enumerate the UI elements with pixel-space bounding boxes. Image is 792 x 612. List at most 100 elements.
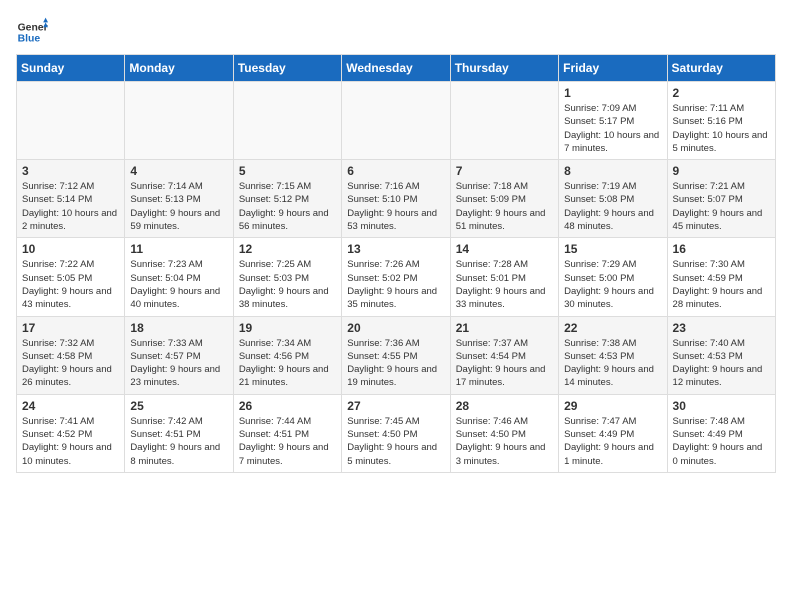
calendar-cell: 22 Sunrise: 7:38 AM Sunset: 4:53 PM Dayli…: [559, 316, 667, 394]
day-number: 4: [130, 164, 227, 178]
day-info: Sunrise: 7:33 AM Sunset: 4:57 PM Dayligh…: [130, 337, 227, 390]
calendar-cell: 10 Sunrise: 7:22 AM Sunset: 5:05 PM Dayli…: [17, 238, 125, 316]
calendar-cell: [125, 82, 233, 160]
calendar-cell: 23Sunrise: 7:40 AM Sunset: 4:53 PM Dayli…: [667, 316, 775, 394]
day-number: 14: [456, 242, 553, 256]
day-number: 17: [22, 321, 119, 335]
day-number: 19: [239, 321, 336, 335]
day-info: Sunrise: 7:14 AM Sunset: 5:13 PM Dayligh…: [130, 180, 227, 233]
day-number: 26: [239, 399, 336, 413]
calendar-cell: 25 Sunrise: 7:42 AM Sunset: 4:51 PM Dayli…: [125, 394, 233, 472]
day-number: 2: [673, 86, 770, 100]
day-number: 21: [456, 321, 553, 335]
day-number: 13: [347, 242, 444, 256]
logo: General Blue: [16, 16, 48, 48]
calendar-cell: 17 Sunrise: 7:32 AM Sunset: 4:58 PM Dayli…: [17, 316, 125, 394]
calendar-cell: [17, 82, 125, 160]
day-info: Sunrise: 7:19 AM Sunset: 5:08 PM Dayligh…: [564, 180, 661, 233]
day-info: Sunrise: 7:37 AM Sunset: 4:54 PM Dayligh…: [456, 337, 553, 390]
weekday-header-cell: Wednesday: [342, 55, 450, 82]
day-info: Sunrise: 7:23 AM Sunset: 5:04 PM Dayligh…: [130, 258, 227, 311]
day-info: Sunrise: 7:36 AM Sunset: 4:55 PM Dayligh…: [347, 337, 444, 390]
day-number: 11: [130, 242, 227, 256]
svg-text:Blue: Blue: [18, 34, 41, 45]
day-number: 27: [347, 399, 444, 413]
calendar-cell: 9 Sunrise: 7:21 AM Sunset: 5:07 PM Daylig…: [667, 160, 775, 238]
logo-icon: General Blue: [16, 16, 48, 48]
page-header: General Blue: [16, 16, 776, 48]
calendar-cell: 30 Sunrise: 7:48 AM Sunset: 4:49 PM Dayli…: [667, 394, 775, 472]
day-info: Sunrise: 7:47 AM Sunset: 4:49 PM Dayligh…: [564, 415, 661, 468]
calendar-cell: 20 Sunrise: 7:36 AM Sunset: 4:55 PM Dayli…: [342, 316, 450, 394]
calendar-cell: 27Sunrise: 7:45 AM Sunset: 4:50 PM Dayli…: [342, 394, 450, 472]
day-info: Sunrise: 7:38 AM Sunset: 4:53 PM Dayligh…: [564, 337, 661, 390]
day-info: Sunrise: 7:32 AM Sunset: 4:58 PM Dayligh…: [22, 337, 119, 390]
calendar-cell: 8 Sunrise: 7:19 AM Sunset: 5:08 PM Daylig…: [559, 160, 667, 238]
weekday-header-row: SundayMondayTuesdayWednesdayThursdayFrid…: [17, 55, 776, 82]
weekday-header-cell: Friday: [559, 55, 667, 82]
weekday-header-cell: Monday: [125, 55, 233, 82]
calendar-cell: 21 Sunrise: 7:37 AM Sunset: 4:54 PM Dayli…: [450, 316, 558, 394]
day-info: Sunrise: 7:25 AM Sunset: 5:03 PM Dayligh…: [239, 258, 336, 311]
day-number: 16: [673, 242, 770, 256]
calendar-cell: 1 Sunrise: 7:09 AM Sunset: 5:17 PM Daylig…: [559, 82, 667, 160]
calendar-week-row: 17 Sunrise: 7:32 AM Sunset: 4:58 PM Dayli…: [17, 316, 776, 394]
day-number: 22: [564, 321, 661, 335]
calendar-cell: 6Sunrise: 7:16 AM Sunset: 5:10 PM Daylig…: [342, 160, 450, 238]
day-number: 1: [564, 86, 661, 100]
day-number: 10: [22, 242, 119, 256]
calendar-body: 1 Sunrise: 7:09 AM Sunset: 5:17 PM Daylig…: [17, 82, 776, 473]
calendar-week-row: 10 Sunrise: 7:22 AM Sunset: 5:05 PM Dayli…: [17, 238, 776, 316]
day-info: Sunrise: 7:42 AM Sunset: 4:51 PM Dayligh…: [130, 415, 227, 468]
day-number: 20: [347, 321, 444, 335]
calendar-cell: 5 Sunrise: 7:15 AM Sunset: 5:12 PM Daylig…: [233, 160, 341, 238]
day-info: Sunrise: 7:44 AM Sunset: 4:51 PM Dayligh…: [239, 415, 336, 468]
day-info: Sunrise: 7:21 AM Sunset: 5:07 PM Dayligh…: [673, 180, 770, 233]
day-info: Sunrise: 7:28 AM Sunset: 5:01 PM Dayligh…: [456, 258, 553, 311]
weekday-header-cell: Tuesday: [233, 55, 341, 82]
calendar-cell: 29Sunrise: 7:47 AM Sunset: 4:49 PM Dayli…: [559, 394, 667, 472]
day-number: 15: [564, 242, 661, 256]
calendar-cell: 15Sunrise: 7:29 AM Sunset: 5:00 PM Dayli…: [559, 238, 667, 316]
day-info: Sunrise: 7:30 AM Sunset: 4:59 PM Dayligh…: [673, 258, 770, 311]
day-number: 6: [347, 164, 444, 178]
day-info: Sunrise: 7:48 AM Sunset: 4:49 PM Dayligh…: [673, 415, 770, 468]
day-info: Sunrise: 7:40 AM Sunset: 4:53 PM Dayligh…: [673, 337, 770, 390]
calendar-week-row: 3Sunrise: 7:12 AM Sunset: 5:14 PM Daylig…: [17, 160, 776, 238]
calendar-week-row: 1 Sunrise: 7:09 AM Sunset: 5:17 PM Daylig…: [17, 82, 776, 160]
weekday-header-cell: Thursday: [450, 55, 558, 82]
day-number: 8: [564, 164, 661, 178]
calendar-table: SundayMondayTuesdayWednesdayThursdayFrid…: [16, 54, 776, 473]
calendar-cell: [233, 82, 341, 160]
calendar-cell: [342, 82, 450, 160]
day-info: Sunrise: 7:09 AM Sunset: 5:17 PM Dayligh…: [564, 102, 661, 155]
calendar-cell: 18 Sunrise: 7:33 AM Sunset: 4:57 PM Dayli…: [125, 316, 233, 394]
calendar-cell: 11 Sunrise: 7:23 AM Sunset: 5:04 PM Dayli…: [125, 238, 233, 316]
day-info: Sunrise: 7:11 AM Sunset: 5:16 PM Dayligh…: [673, 102, 770, 155]
day-number: 7: [456, 164, 553, 178]
day-number: 9: [673, 164, 770, 178]
calendar-cell: 19Sunrise: 7:34 AM Sunset: 4:56 PM Dayli…: [233, 316, 341, 394]
day-info: Sunrise: 7:22 AM Sunset: 5:05 PM Dayligh…: [22, 258, 119, 311]
day-number: 5: [239, 164, 336, 178]
day-number: 18: [130, 321, 227, 335]
day-number: 28: [456, 399, 553, 413]
calendar-cell: 3Sunrise: 7:12 AM Sunset: 5:14 PM Daylig…: [17, 160, 125, 238]
day-info: Sunrise: 7:26 AM Sunset: 5:02 PM Dayligh…: [347, 258, 444, 311]
svg-text:General: General: [18, 22, 48, 33]
day-number: 25: [130, 399, 227, 413]
day-info: Sunrise: 7:46 AM Sunset: 4:50 PM Dayligh…: [456, 415, 553, 468]
day-number: 30: [673, 399, 770, 413]
day-info: Sunrise: 7:18 AM Sunset: 5:09 PM Dayligh…: [456, 180, 553, 233]
weekday-header-cell: Saturday: [667, 55, 775, 82]
day-info: Sunrise: 7:12 AM Sunset: 5:14 PM Dayligh…: [22, 180, 119, 233]
calendar-cell: 12 Sunrise: 7:25 AM Sunset: 5:03 PM Dayli…: [233, 238, 341, 316]
day-number: 24: [22, 399, 119, 413]
day-info: Sunrise: 7:15 AM Sunset: 5:12 PM Dayligh…: [239, 180, 336, 233]
calendar-cell: [450, 82, 558, 160]
day-number: 12: [239, 242, 336, 256]
calendar-week-row: 24Sunrise: 7:41 AM Sunset: 4:52 PM Dayli…: [17, 394, 776, 472]
calendar-cell: 16 Sunrise: 7:30 AM Sunset: 4:59 PM Dayli…: [667, 238, 775, 316]
calendar-cell: 14 Sunrise: 7:28 AM Sunset: 5:01 PM Dayli…: [450, 238, 558, 316]
weekday-header-cell: Sunday: [17, 55, 125, 82]
